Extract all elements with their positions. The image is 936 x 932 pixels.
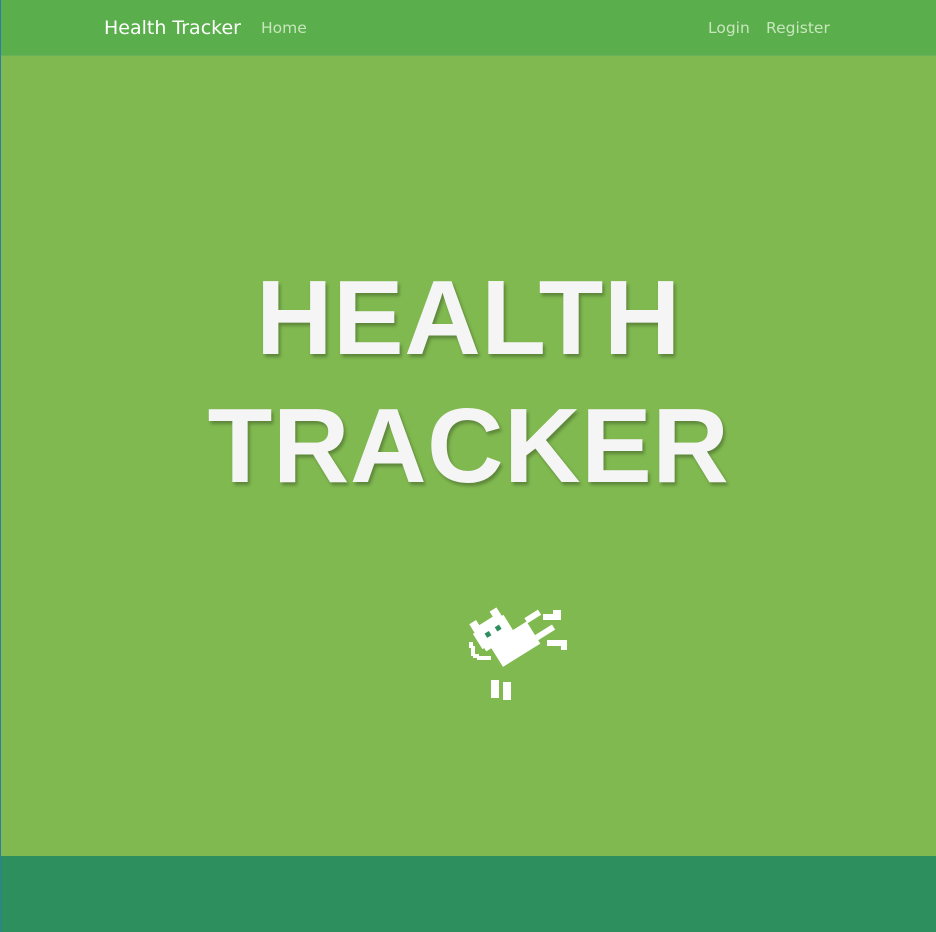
hero-title-line1: HEALTH bbox=[256, 259, 681, 377]
top-navbar: Health Tracker Home Login Register bbox=[1, 0, 936, 56]
brand-link[interactable]: Health Tracker bbox=[104, 16, 241, 40]
nav-home-link[interactable]: Home bbox=[261, 18, 307, 38]
hero-section: HEALTH TRACKER bbox=[1, 56, 936, 856]
hero-title: HEALTH TRACKER bbox=[1, 254, 936, 510]
nav-register-link[interactable]: Register bbox=[766, 18, 830, 38]
pixel-cat-icon bbox=[469, 607, 567, 700]
page-footer bbox=[1, 856, 936, 932]
nav-login-link[interactable]: Login bbox=[708, 18, 750, 38]
hero-title-line2: TRACKER bbox=[207, 387, 730, 505]
